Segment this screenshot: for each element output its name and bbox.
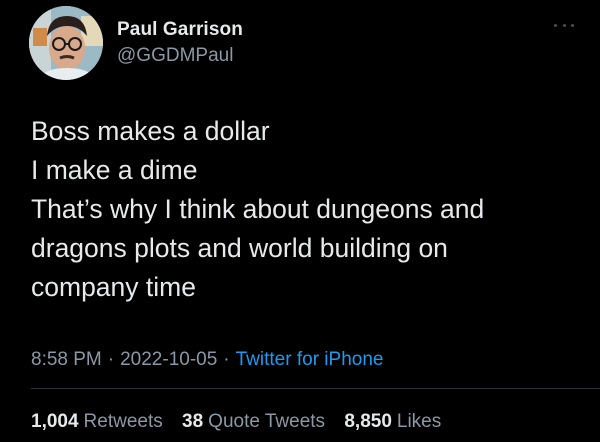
avatar-image [29,6,103,80]
meta-separator: · [223,349,230,370]
tweet-meta: 8:58 PM · 2022-10-05 · Twitter for iPhone [31,349,383,371]
tweet-card: Paul Garrison @GGDMPaul Boss makes a dol… [0,0,600,442]
retweets-label: Retweets [83,411,163,432]
tweet-time[interactable]: 8:58 PM [31,349,102,370]
more-horizontal-icon[interactable] [554,20,574,30]
retweets-count: 1,004 [31,411,79,432]
tweet-text-line: dragons plots and world building on [31,233,448,263]
quote-tweets-stat[interactable]: 38 Quote Tweets [182,411,325,432]
tweet-text-line: company time [31,272,196,302]
tweet-text-line: Boss makes a dollar [31,116,270,146]
likes-stat[interactable]: 8,850 Likes [344,411,441,432]
likes-label: Likes [396,411,442,432]
retweets-stat[interactable]: 1,004 Retweets [31,411,163,432]
meta-separator: · [107,349,115,370]
tweet-source-link[interactable]: Twitter for iPhone [236,349,384,370]
tweet-text: Boss makes a dollar I make a dime That’s… [31,112,576,307]
quote-tweets-count: 38 [182,411,204,432]
tweet-text-line: I make a dime [31,155,198,185]
tweet-text-line: That’s why I think about dungeons and [31,194,485,224]
divider [31,388,600,389]
author-handle[interactable]: @GGDMPaul [117,45,233,67]
likes-count: 8,850 [344,411,392,432]
author-name[interactable]: Paul Garrison [117,19,243,41]
avatar[interactable] [29,6,103,80]
tweet-date[interactable]: 2022-10-05 [120,349,217,370]
quote-tweets-label: Quote Tweets [208,411,326,432]
tweet-stats: 1,004 Retweets 38 Quote Tweets 8,850 Likes [31,411,455,433]
